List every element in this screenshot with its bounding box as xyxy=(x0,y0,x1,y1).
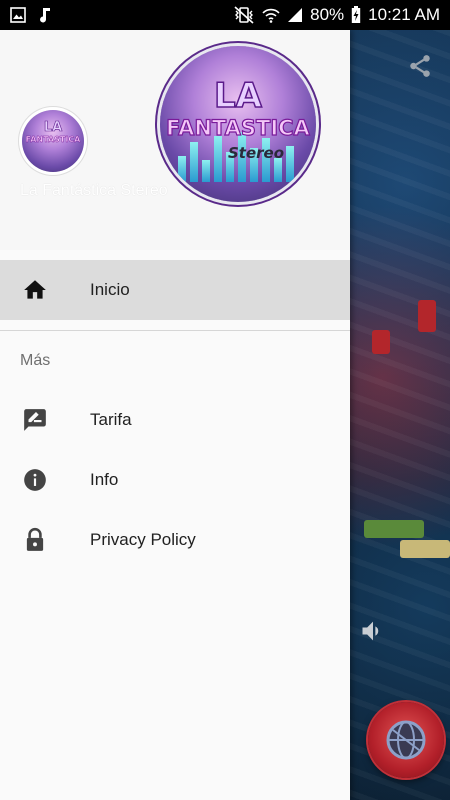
menu-item-label: Info xyxy=(90,470,119,489)
volume-button[interactable] xyxy=(358,616,388,646)
station-logo-small: LA FANTASTICA xyxy=(22,110,84,172)
battery-charging-icon xyxy=(351,6,361,23)
menu-item-label: Privacy Policy xyxy=(90,530,196,549)
mixer-button-decor xyxy=(400,540,450,558)
music-note-icon xyxy=(40,8,50,23)
logo-text-fantastica: FANTASTICA xyxy=(166,115,311,140)
menu-divider xyxy=(0,330,350,331)
mixer-background-image xyxy=(350,30,450,800)
share-button[interactable] xyxy=(404,50,436,82)
rate-review-icon xyxy=(22,407,48,433)
mixer-button-decor xyxy=(364,520,424,538)
share-icon xyxy=(410,55,430,77)
section-title-mas: Más xyxy=(20,352,51,369)
lock-icon xyxy=(22,527,48,553)
menu-item-info[interactable]: Info xyxy=(0,450,350,510)
wifi-icon xyxy=(262,8,280,23)
signal-icon xyxy=(288,8,303,22)
menu-item-label: Tarifa xyxy=(90,410,132,429)
small-logo-text-la: LA xyxy=(43,120,63,136)
station-name: La Fantástica Stereo xyxy=(20,182,168,199)
info-icon xyxy=(22,467,48,493)
play-button[interactable] xyxy=(368,702,444,778)
mixer-fader-decor xyxy=(418,300,436,332)
menu-item-inicio[interactable]: Inicio xyxy=(0,260,350,320)
clock: 10:21 AM xyxy=(368,5,440,24)
menu-item-privacy-policy[interactable]: Privacy Policy xyxy=(0,510,350,570)
play-globe-icon xyxy=(386,720,426,760)
logo-text-la: LA xyxy=(213,75,262,117)
battery-percent: 80% xyxy=(310,5,345,24)
navigation-drawer: LA FANTASTICA Stereo LA FANTASTICA La Fa… xyxy=(0,30,350,800)
small-logo-text-fantastica: FANTASTICA xyxy=(25,135,81,144)
menu-item-tarifa[interactable]: Tarifa xyxy=(0,390,350,450)
home-icon xyxy=(22,277,48,303)
status-bar: 80% 10:21 AM xyxy=(0,0,450,30)
menu-item-label: Inicio xyxy=(90,280,130,299)
volume-icon xyxy=(362,621,379,641)
gallery-icon xyxy=(10,7,26,23)
vibrate-mute-icon xyxy=(234,6,254,24)
drawer-header: LA FANTASTICA Stereo LA FANTASTICA La Fa… xyxy=(0,30,350,250)
station-logo-large: LA FANTASTICA Stereo xyxy=(160,46,316,202)
logo-text-stereo: Stereo xyxy=(227,144,285,162)
mixer-fader-decor xyxy=(372,330,390,354)
